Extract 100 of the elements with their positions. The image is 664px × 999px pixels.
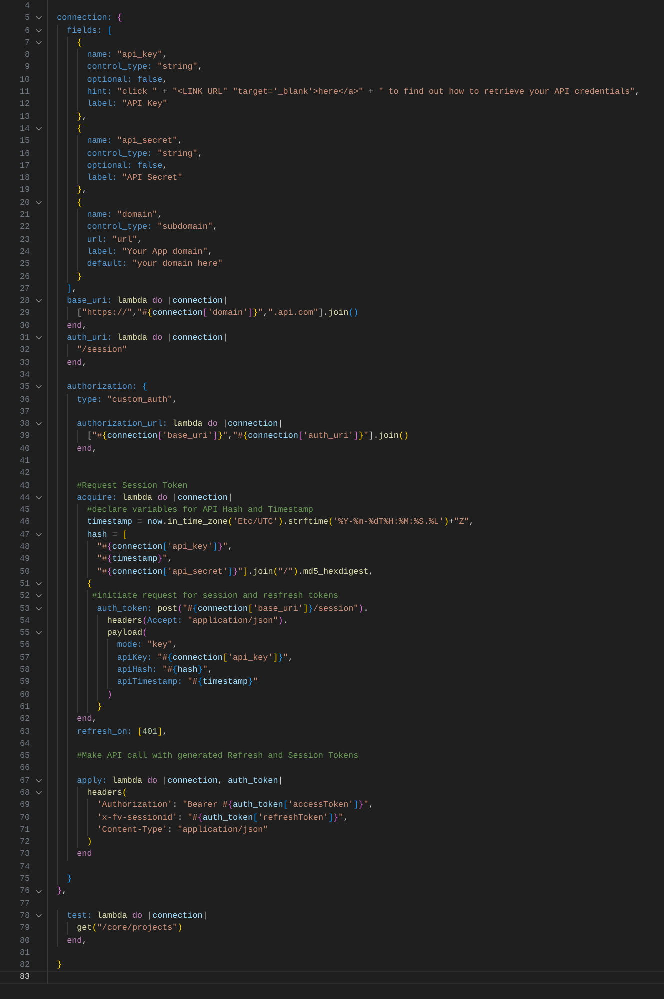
- line-number: 81: [18, 946, 30, 960]
- code-line: mode: "key",: [117, 639, 178, 652]
- line-number: 12: [18, 98, 30, 111]
- line-number: 79: [18, 922, 30, 935]
- code-line: optional: false,: [87, 74, 168, 86]
- line-number: 60: [18, 688, 30, 701]
- line-number: 36: [18, 394, 30, 406]
- code-line: },: [77, 184, 88, 197]
- code-line: #declare variables for API Hash and Timestamp: [87, 504, 314, 516]
- line-number: 68: [18, 787, 30, 800]
- line-number: 76: [18, 885, 30, 898]
- code-line: end,: [67, 934, 88, 947]
- code-line: test: lambda do |connection|: [67, 910, 208, 922]
- line-number: 32: [18, 344, 30, 357]
- line-number: 65: [18, 750, 30, 762]
- code-line: refresh_on: [401],: [77, 726, 168, 738]
- line-number: 62: [18, 713, 30, 726]
- code-line: apiKey: "#{connection['api_key']}",: [117, 652, 294, 664]
- code-line: url: "url",: [87, 234, 143, 246]
- line-number: 53: [18, 602, 30, 615]
- line-number: 77: [18, 898, 30, 910]
- line-number: 43: [18, 480, 30, 492]
- line-number: 30: [18, 320, 30, 332]
- code-line: headers(Accept: "application/json").: [107, 614, 288, 628]
- line-number: 54: [18, 614, 30, 628]
- code-line: base_uri: lambda do |connection|: [67, 295, 228, 308]
- line-number: 71: [18, 824, 30, 836]
- line-number: 31: [18, 332, 30, 344]
- line-number: 70: [18, 812, 30, 824]
- code-line: 'Content-Type': "application/json": [97, 824, 268, 836]
- code-line: control_type: "subdomain",: [87, 221, 218, 234]
- code-line: }: [57, 959, 62, 972]
- code-line: {: [77, 122, 82, 136]
- line-number: 46: [18, 516, 30, 529]
- code-line: name: "domain",: [87, 209, 163, 222]
- line-number: 40: [18, 442, 30, 455]
- line-number: 18: [18, 172, 30, 184]
- code-line: apiHash: "#{hash}",: [117, 664, 213, 676]
- line-number: 20: [18, 196, 30, 210]
- line-number: 50: [18, 566, 30, 578]
- line-number: 9: [24, 61, 30, 74]
- line-number: 51: [18, 578, 30, 590]
- line-number: 23: [18, 234, 30, 246]
- line-number: 57: [18, 652, 30, 664]
- line-number: 13: [18, 110, 30, 123]
- code-line: }: [77, 270, 82, 283]
- code-line: 'x-fv-sessionid': "#{auth_token['refreshToken']}",: [97, 812, 349, 824]
- line-number: 21: [18, 209, 30, 222]
- line-number: 61: [18, 700, 30, 714]
- line-number: 72: [18, 836, 30, 848]
- code-line: headers(: [87, 787, 128, 800]
- code-line: ): [107, 688, 112, 701]
- code-line: apply: lambda do |connection, auth_token|: [77, 774, 284, 787]
- code-line: label: "API Key": [87, 98, 168, 111]
- line-number: 11: [18, 86, 30, 98]
- code-line: type: "custom_auth",: [77, 394, 178, 406]
- line-number: 6: [24, 24, 30, 37]
- code-line: default: "your domain here": [87, 258, 223, 271]
- code-line: label: "Your App domain",: [87, 246, 213, 258]
- line-number: 47: [18, 528, 30, 542]
- line-number: 67: [18, 774, 30, 787]
- line-number: 26: [18, 270, 30, 283]
- code-line: 'Authorization': "Bearer #{auth_token['accessToken']}",: [97, 799, 374, 812]
- code-line: end,: [67, 320, 88, 332]
- line-number: 82: [18, 959, 30, 972]
- code-line: {: [77, 36, 82, 50]
- code-line: #Make API call with generated Refresh and Session Tokens: [77, 750, 359, 762]
- line-number: 55: [18, 627, 30, 640]
- code-line: authorization_url: lambda do |connection|: [77, 418, 284, 430]
- line-number: 58: [18, 664, 30, 676]
- line-number: 14: [18, 122, 30, 136]
- code-line: acquire: lambda do |connection|: [77, 492, 233, 504]
- code-line: control_type: "string",: [87, 61, 203, 74]
- line-number: 29: [18, 307, 30, 320]
- line-number: 25: [18, 258, 30, 271]
- line-number: 74: [18, 860, 30, 874]
- line-number: 64: [18, 738, 30, 750]
- code-line: ["#{connection['base_uri']}","#{connection['auth_uri']}"].join(): [87, 430, 410, 443]
- line-number: 16: [18, 148, 30, 160]
- line-number: 24: [18, 246, 30, 258]
- code-line: end: [77, 848, 92, 861]
- code-line: "#{connection['api_key']}",: [97, 541, 234, 554]
- code-line: fields: [: [67, 24, 112, 37]
- line-number: 44: [18, 492, 30, 504]
- code-line: ): [87, 836, 92, 848]
- code-line: name: "api_secret",: [87, 135, 183, 148]
- line-number: 4: [24, 0, 30, 12]
- line-number: 66: [18, 762, 30, 775]
- code-line: end,: [67, 356, 88, 369]
- code-line: {: [87, 578, 92, 590]
- code-line: hash = [: [87, 528, 128, 542]
- line-number: 37: [18, 406, 30, 418]
- line-number: 73: [18, 848, 30, 861]
- line-number: 34: [18, 368, 30, 382]
- code-line: end,: [77, 713, 98, 726]
- line-number: 35: [18, 381, 30, 394]
- line-number: 5: [24, 12, 30, 25]
- line-number: 48: [18, 541, 30, 554]
- line-number: 28: [18, 295, 30, 308]
- line-number: 19: [18, 184, 30, 197]
